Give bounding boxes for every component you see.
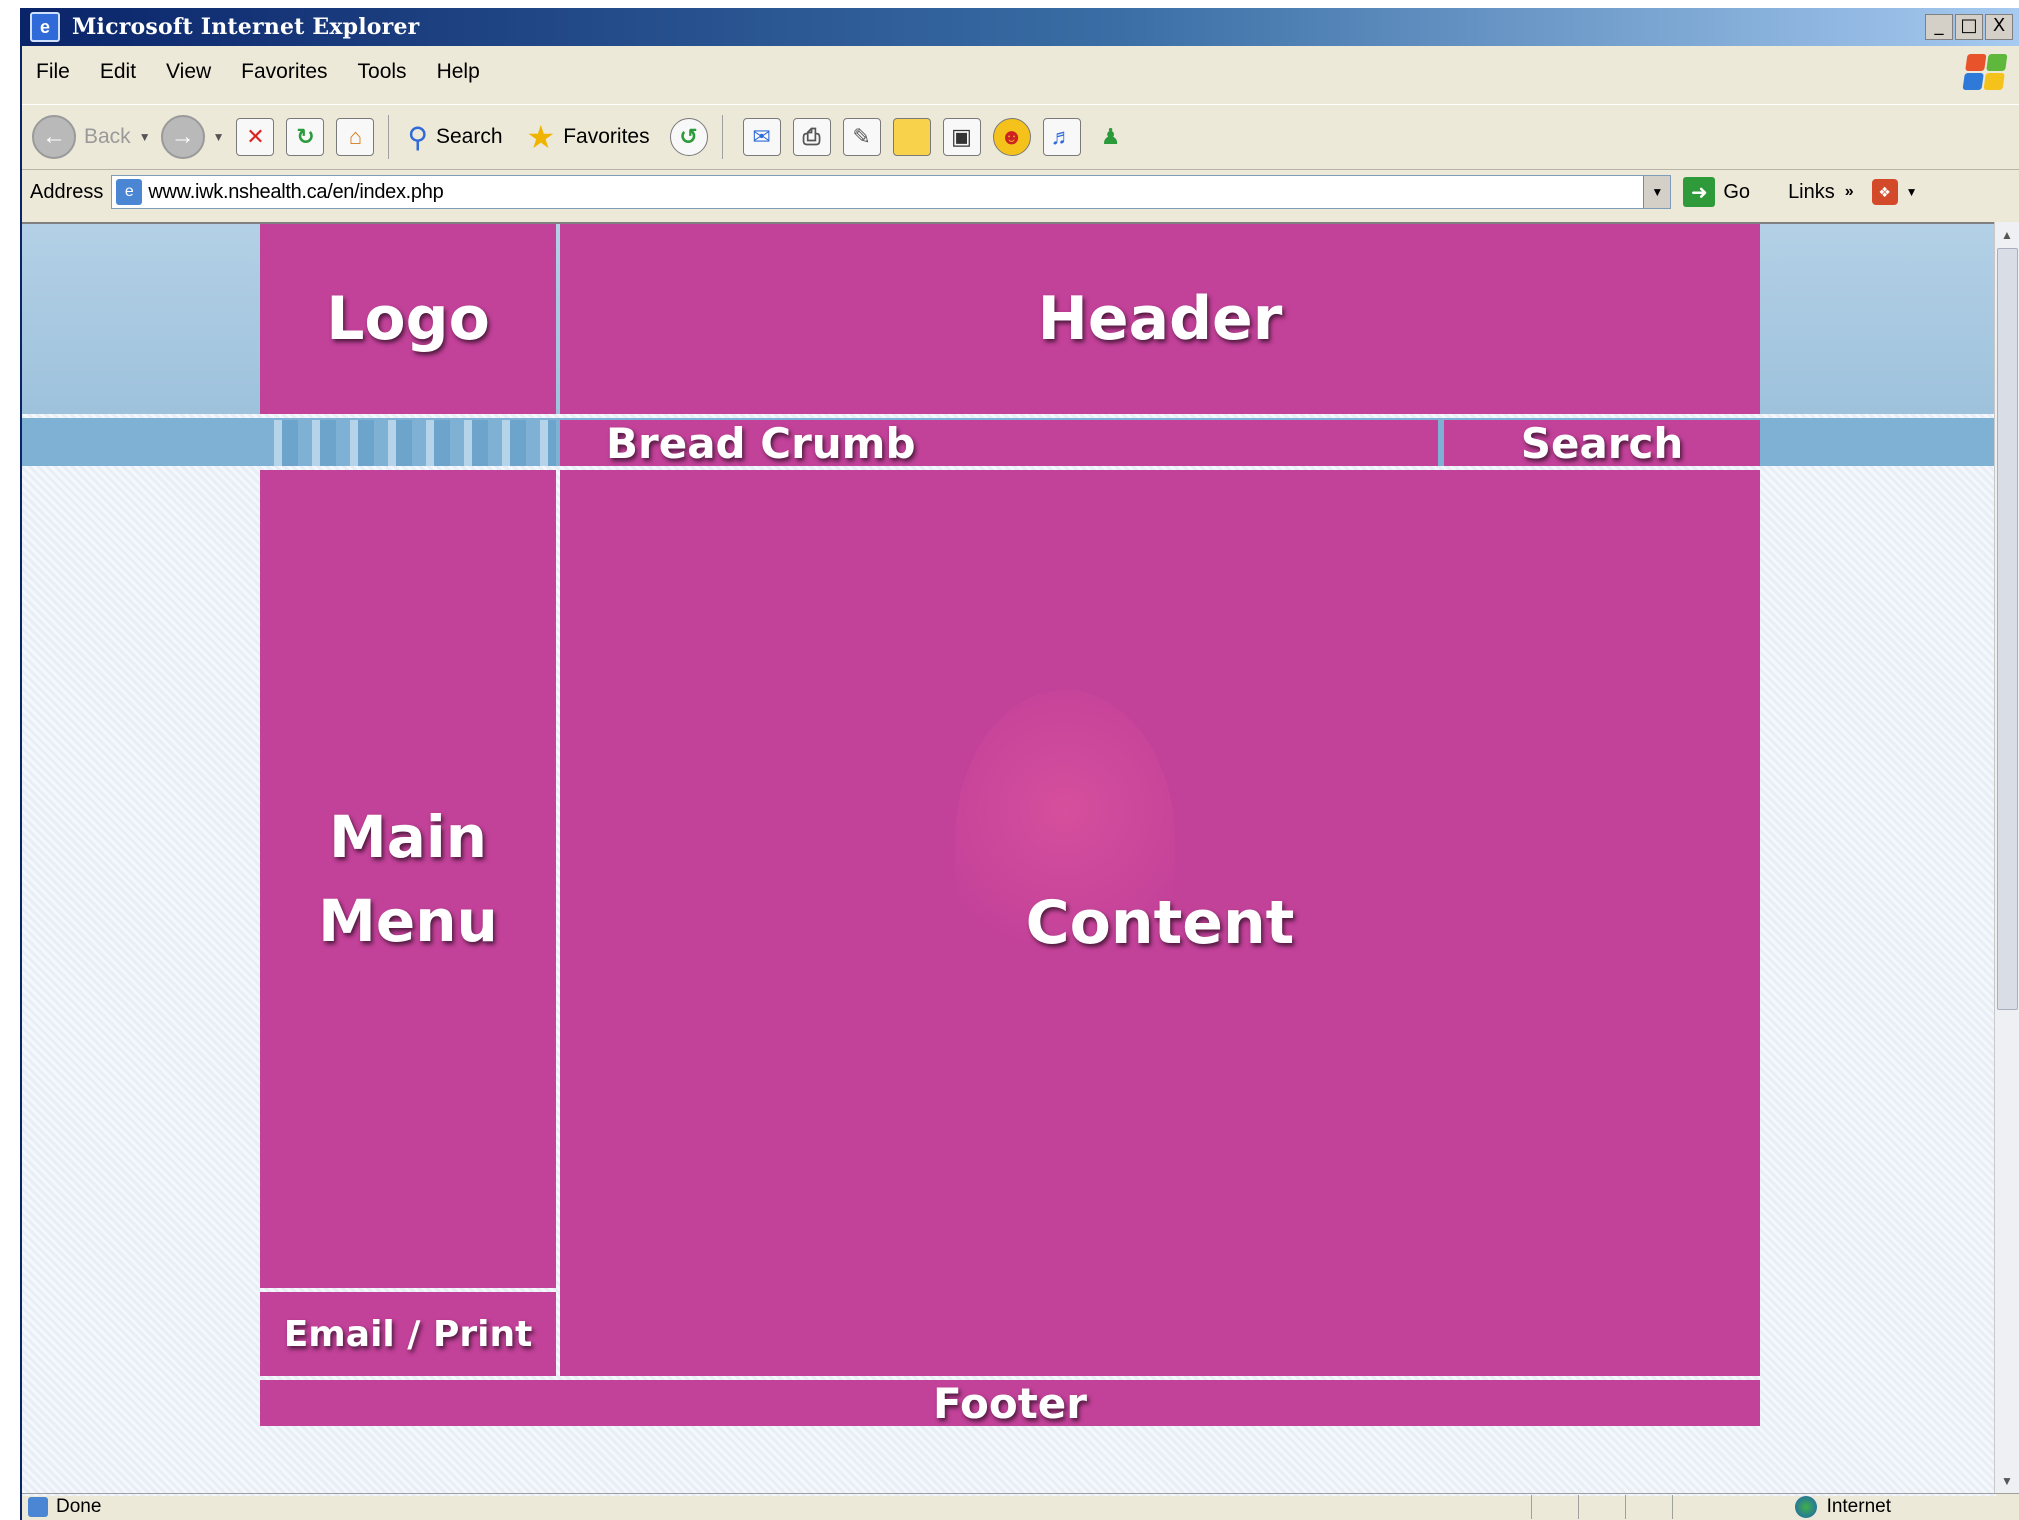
search-label: Search [435,125,503,148]
back-dropdown-icon[interactable]: ▼ [139,130,151,144]
search-button[interactable]: ⚲ Search [407,121,502,154]
go-button[interactable]: ➜ Go [1683,177,1750,207]
back-button[interactable]: ← Back ▼ [32,115,151,159]
status-text: Done [56,1496,102,1517]
menu-bar: File Edit View Favorites Tools Help [22,52,2019,92]
discuss-icon[interactable] [892,118,931,156]
main-menu-label-line2: Menu [318,887,498,955]
go-label: Go [1723,180,1751,203]
zone-label: Internet [1826,1496,1891,1517]
menu-view[interactable]: View [166,60,211,84]
menu-help[interactable]: Help [437,60,480,84]
contacts-icon[interactable]: ♟ [1093,119,1129,155]
back-label: Back [84,125,131,148]
scroll-down-icon[interactable]: ▼ [1997,1470,2017,1492]
forward-arrow-icon: → [160,115,205,159]
window-title: Microsoft Internet Explorer [72,14,420,40]
globe-icon [1794,1496,1817,1518]
wireframe-breadcrumb: Bread Crumb [560,418,1438,468]
wireframe-search: Search [1444,418,1760,468]
edit-icon[interactable]: ✎ [842,118,881,156]
go-arrow-icon: ➜ [1683,177,1716,207]
minimize-button[interactable]: _ [1925,14,1953,40]
address-label: Address [30,180,104,203]
email-print-label: Email / Print [283,1313,533,1355]
favorites-label: Favorites [563,125,650,148]
messenger-icon[interactable]: ☻ [992,118,1031,156]
logo-label: Logo [326,284,490,354]
main-menu-label-line1: Main [328,803,488,871]
wireframe-header: Header [560,224,1760,414]
translate-dropdown-icon[interactable]: ▼ [1906,185,1918,199]
page-status-icon [28,1497,48,1517]
stop-icon[interactable]: ✕ [236,118,275,156]
refresh-icon[interactable]: ↻ [286,118,325,156]
menu-tools[interactable]: Tools [358,60,407,84]
page-icon: e [116,179,143,205]
status-bar: Done Internet [22,1493,2019,1520]
ie-icon: e [30,12,60,42]
translate-icon[interactable]: ❖ [1871,179,1898,205]
maximize-button[interactable]: □ [1955,14,1983,40]
media-icon[interactable]: ♬ [1042,118,1081,156]
wireframe-email-print: Email / Print [260,1292,556,1376]
address-bar: Address e www.iwk.nshealth.ca/en/index.p… [22,170,2019,214]
history-icon[interactable]: ↺ [669,118,708,156]
star-icon: ★ [526,119,556,155]
wireframe-main-menu: Main Menu [260,470,556,1288]
menu-favorites[interactable]: Favorites [241,60,327,84]
page-viewport: Logo Header Bread Crumb Search Main Menu… [22,222,1996,1496]
wireframe-footer: Footer [260,1378,1760,1428]
menu-edit[interactable]: Edit [100,60,136,84]
chevron-right-icon[interactable]: » [1845,183,1854,201]
wireframe-layout: Logo Header Bread Crumb Search Main Menu… [260,224,1760,1428]
magnifier-icon: ⚲ [407,121,428,153]
footer-label: Footer [933,1378,1087,1428]
links-button[interactable]: Links » ❖ ▼ [1788,179,1918,205]
wireframe-logo: Logo [260,224,556,414]
wireframe-stripe [260,420,556,466]
toolbar-separator [721,115,723,159]
back-arrow-icon: ← [32,115,76,159]
toolbar-separator [388,115,390,159]
close-button[interactable]: X [1985,14,2013,40]
content-label: Content [1025,888,1295,958]
research-icon[interactable]: ▣ [942,118,981,156]
vertical-scrollbar[interactable]: ▲ ▼ [1994,222,2019,1494]
address-input[interactable]: e www.iwk.nshealth.ca/en/index.php ▼ [111,175,1672,209]
mail-icon[interactable]: ✉ [742,118,781,156]
menu-file[interactable]: File [36,60,70,84]
standard-toolbar: ← Back ▼ → ▼ ✕ ↻ ⌂ ⚲ Search ★ Favorites … [22,104,2019,170]
scrollbar-thumb[interactable] [1997,248,2018,1010]
breadcrumb-label: Bread Crumb [606,418,916,468]
home-icon[interactable]: ⌂ [336,118,375,156]
links-label: Links [1788,180,1835,203]
address-url: www.iwk.nshealth.ca/en/index.php [148,180,444,203]
print-icon[interactable]: ⎙ [792,118,831,156]
address-dropdown-icon[interactable]: ▼ [1643,176,1671,208]
forward-dropdown-icon[interactable]: ▼ [213,130,225,144]
window-controls: _ □ X [1925,14,2013,40]
forward-button[interactable]: → ▼ [160,115,225,159]
windows-logo-icon [1962,54,2008,90]
status-cells [1531,1495,1719,1519]
wireframe-content: Content [560,470,1760,1376]
search-region-label: Search [1520,418,1684,468]
title-bar[interactable]: e Microsoft Internet Explorer _ □ X [22,8,2019,46]
scroll-up-icon[interactable]: ▲ [1997,224,2017,246]
favorites-button[interactable]: ★ Favorites [513,118,650,156]
header-label: Header [1037,284,1283,354]
browser-window: e Microsoft Internet Explorer _ □ X File… [20,8,2019,1520]
security-zone: Internet [1794,1496,1891,1518]
